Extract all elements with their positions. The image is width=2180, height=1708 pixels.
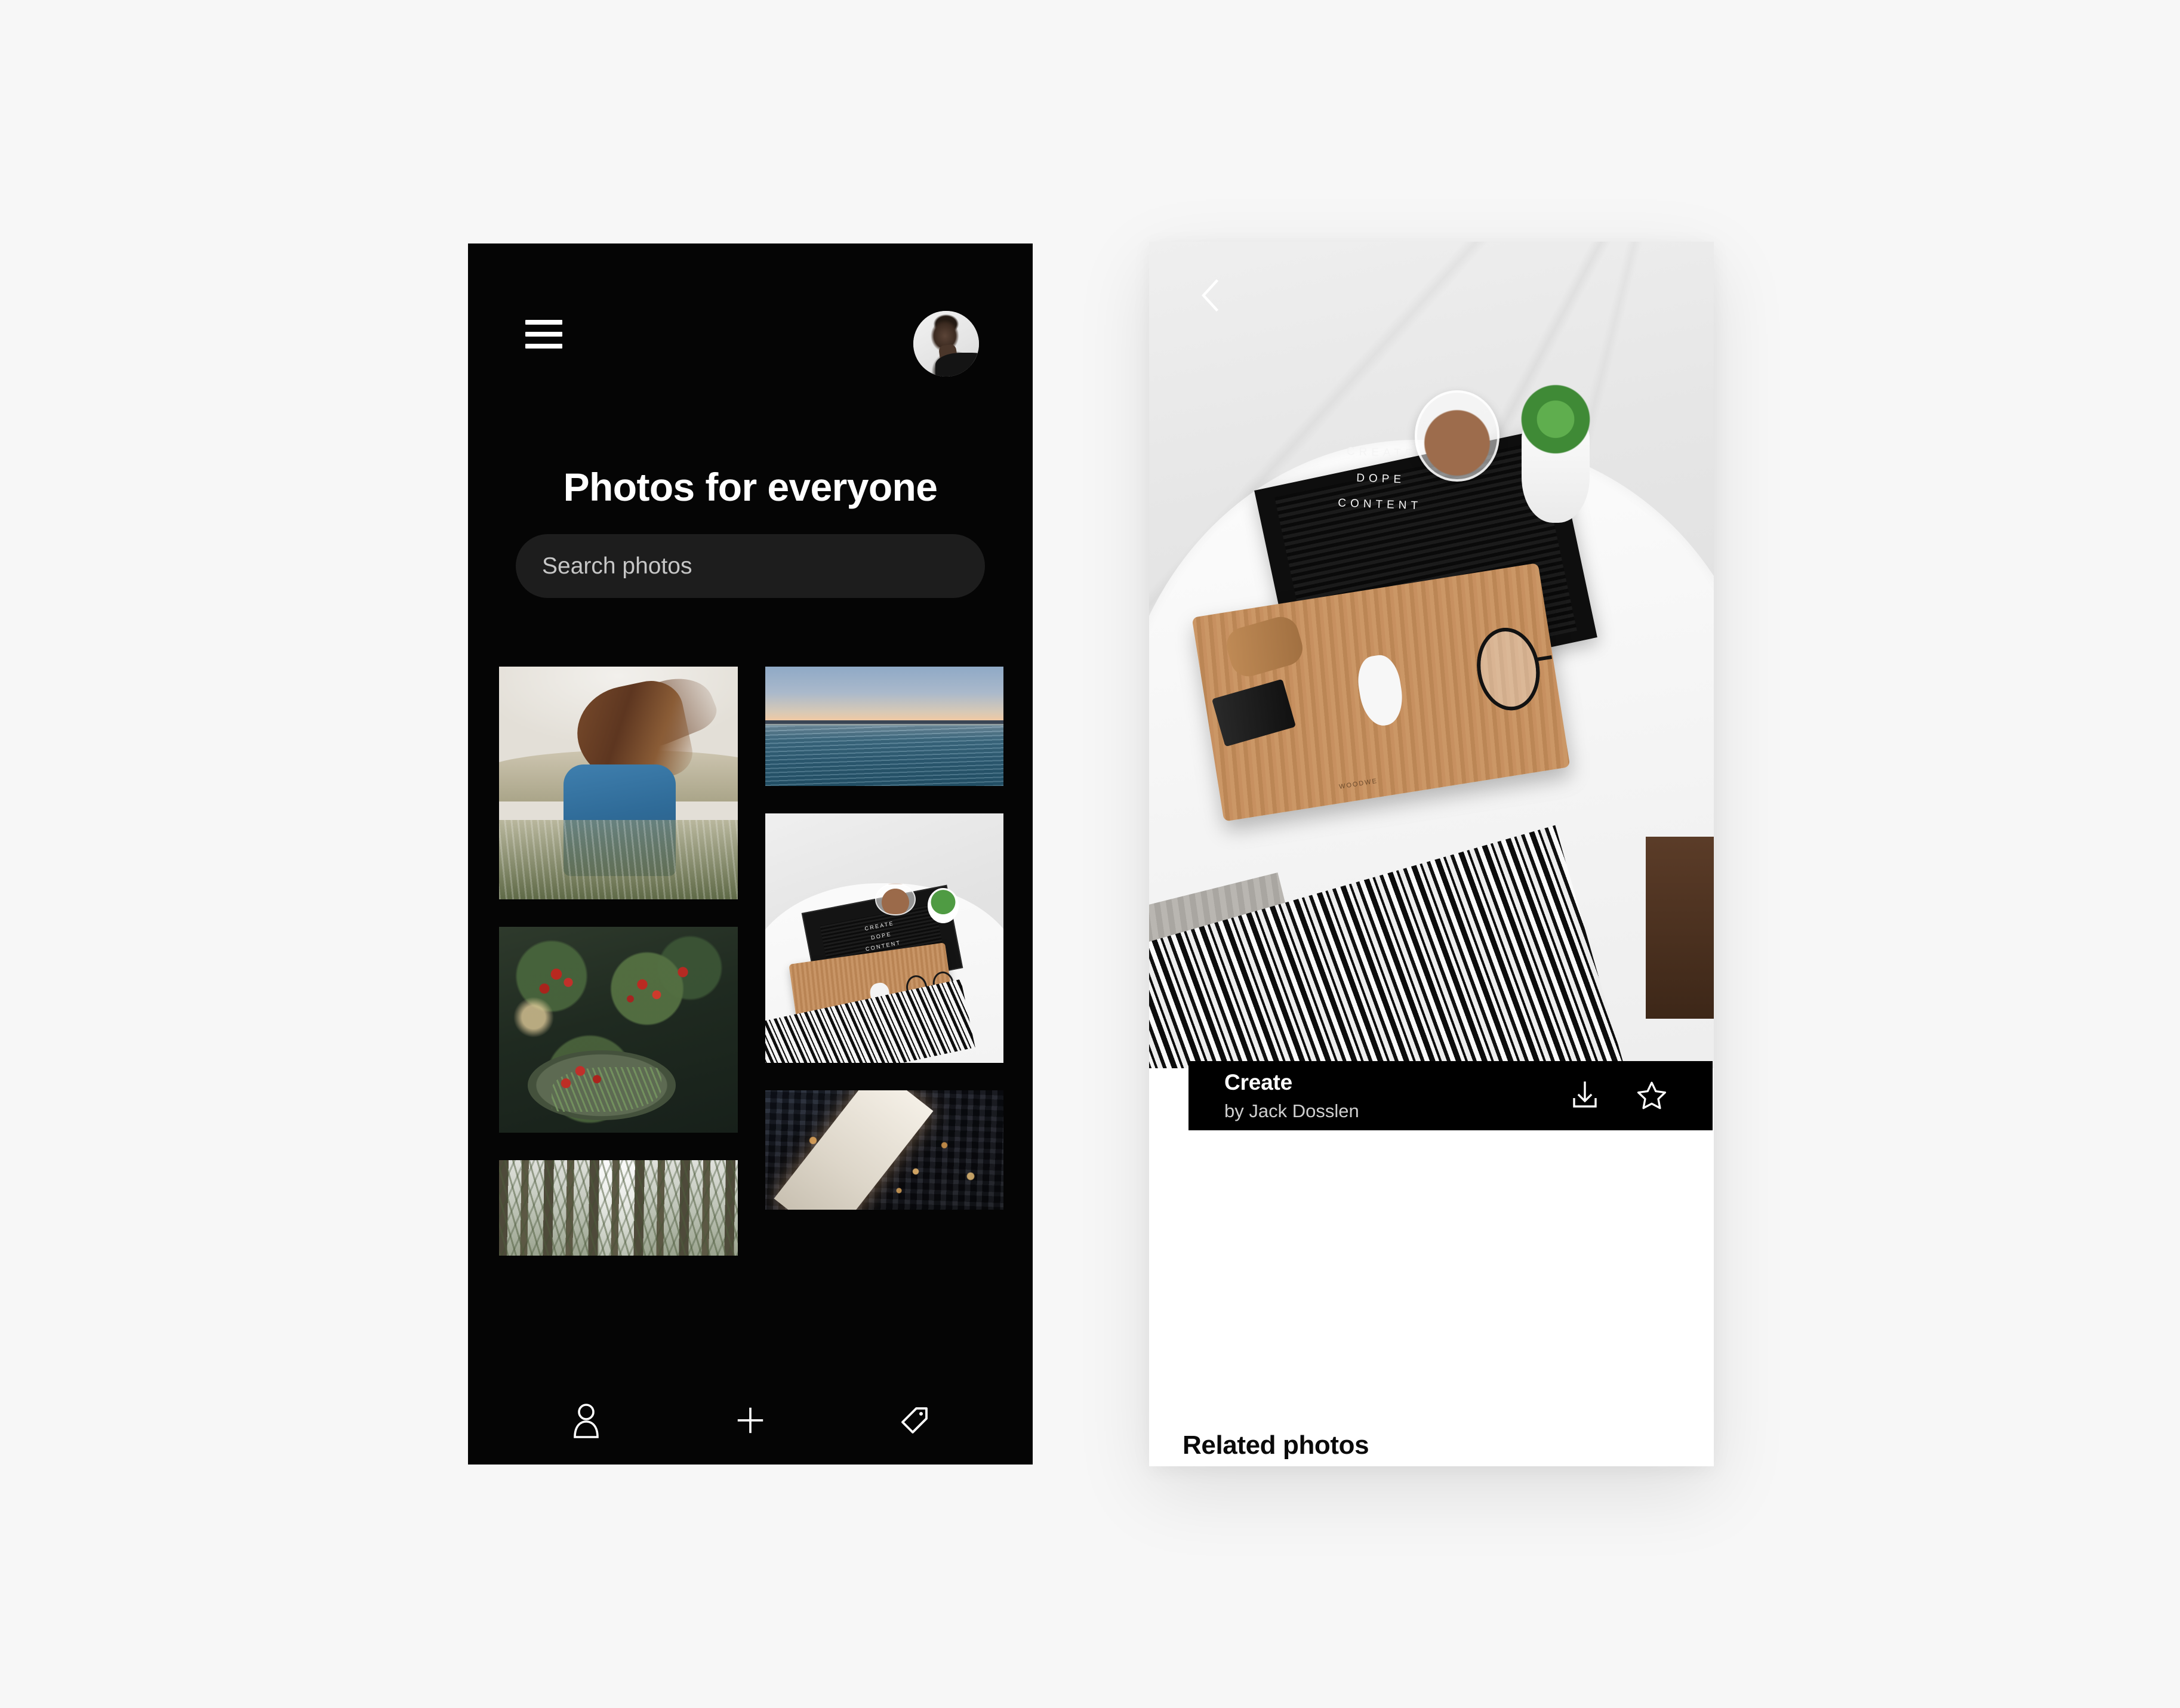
avatar-shoulder bbox=[935, 353, 979, 377]
photo-grid-left-column bbox=[499, 667, 738, 1283]
photo-holiday-table bbox=[499, 927, 738, 1133]
photo-seascape bbox=[765, 667, 1003, 786]
tag-icon bbox=[901, 1407, 928, 1433]
photo-tile[interactable]: CREATE DOPE CONTENT bbox=[765, 813, 1003, 1063]
nav-tags-button[interactable] bbox=[889, 1395, 940, 1445]
hamburger-menu-icon[interactable] bbox=[525, 320, 562, 349]
photo-tile[interactable] bbox=[499, 927, 738, 1133]
photo-tile[interactable] bbox=[499, 1160, 738, 1256]
browse-header bbox=[468, 243, 1033, 381]
caption-text-group: Create by Jack Dosslen bbox=[1224, 1069, 1568, 1121]
favorite-button[interactable] bbox=[1635, 1079, 1668, 1112]
detail-screen: CREATE DOPE CONTENT WOODWE Create by Jack … bbox=[1149, 242, 1714, 1466]
photo-grid-right-column: CREATE DOPE CONTENT bbox=[765, 667, 1003, 1237]
bottom-nav bbox=[468, 1376, 1033, 1465]
photo-tile[interactable] bbox=[499, 667, 738, 899]
hamburger-bar bbox=[525, 332, 562, 337]
photo-woman-field bbox=[499, 667, 738, 899]
photo-city-aerial bbox=[765, 1090, 1003, 1210]
hamburger-bar bbox=[525, 344, 562, 349]
download-icon bbox=[1573, 1081, 1597, 1108]
photo-tile[interactable] bbox=[765, 1090, 1003, 1210]
photo-title: Create bbox=[1224, 1070, 1292, 1095]
photo-forest bbox=[499, 1160, 738, 1256]
photo-desk-flatlay: CREATE DOPE CONTENT bbox=[765, 813, 1003, 1063]
avatar[interactable] bbox=[913, 311, 979, 377]
search-input[interactable] bbox=[516, 534, 985, 598]
photo-create-dope-content: CREATE DOPE CONTENT WOODWE bbox=[1149, 242, 1714, 1068]
hero-photo[interactable]: CREATE DOPE CONTENT WOODWE bbox=[1149, 242, 1714, 1068]
photo-author: by Jack Dosslen bbox=[1224, 1100, 1359, 1121]
browse-screen: Photos for everyone Search photos CREATE… bbox=[468, 243, 1033, 1465]
back-button[interactable] bbox=[1186, 272, 1234, 319]
photo-tile[interactable] bbox=[765, 667, 1003, 786]
star-icon bbox=[1637, 1081, 1667, 1109]
person-icon bbox=[573, 1404, 599, 1438]
chevron-left-icon bbox=[1202, 279, 1219, 312]
nav-profile-button[interactable] bbox=[561, 1395, 611, 1445]
nav-add-button[interactable] bbox=[725, 1395, 775, 1445]
caption-actions bbox=[1568, 1079, 1668, 1112]
photo-grid: CREATE DOPE CONTENT bbox=[499, 667, 1003, 1378]
hamburger-bar bbox=[525, 320, 562, 325]
page-title: Photos for everyone bbox=[563, 465, 938, 509]
related-photos-heading: Related photos bbox=[1183, 1430, 1369, 1460]
plus-icon bbox=[737, 1407, 763, 1433]
download-button[interactable] bbox=[1568, 1079, 1602, 1112]
photo-caption-card: Create by Jack Dosslen bbox=[1188, 1061, 1713, 1130]
letterboard-text: CREATE DOPE CONTENT bbox=[1337, 445, 1422, 513]
